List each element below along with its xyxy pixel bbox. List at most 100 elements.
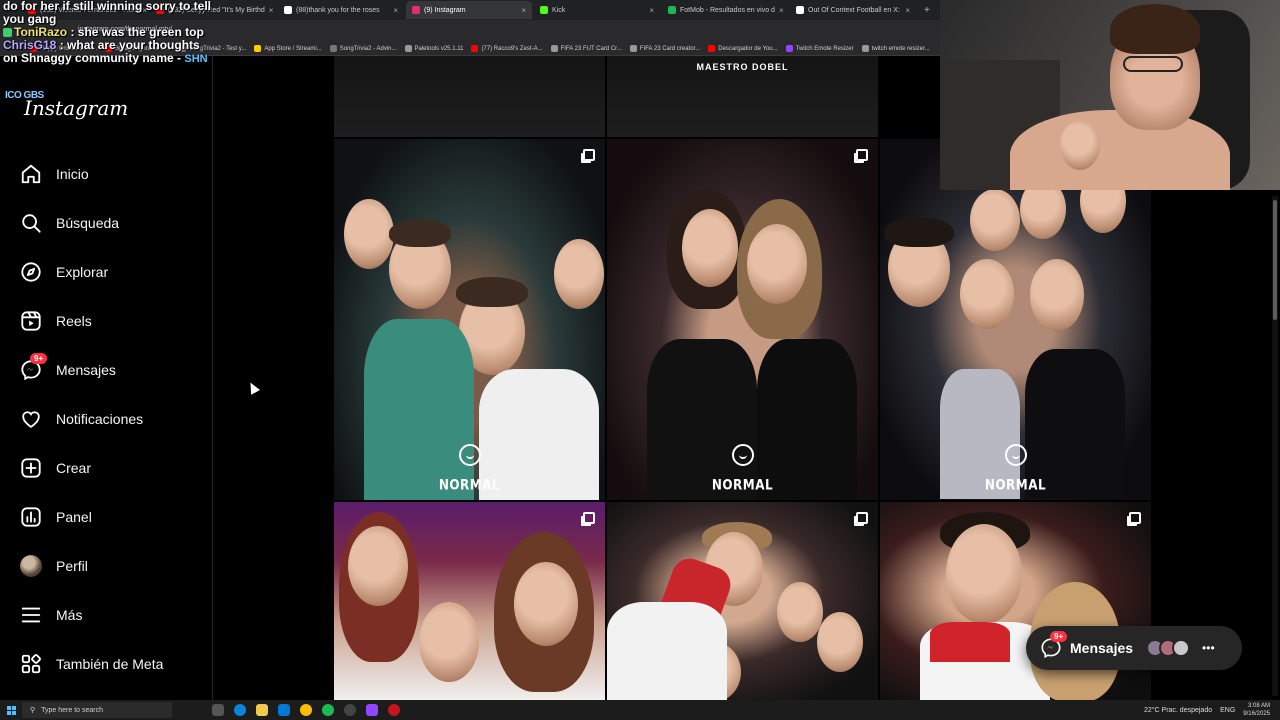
bookmark-item[interactable]: Twitch Emote Resizer xyxy=(785,45,854,52)
close-icon[interactable]: × xyxy=(779,6,784,15)
nav-crear[interactable]: Crear xyxy=(20,455,91,481)
person xyxy=(1030,259,1084,331)
post-tile[interactable]: NORMAL xyxy=(880,139,1151,500)
plus-square-icon xyxy=(20,457,42,479)
tab-title: Out Of Context Football en X: xyxy=(808,6,900,14)
bookmark-favicon-icon xyxy=(471,45,479,52)
bookmark-item[interactable]: (77) Racco9's Zest-A... xyxy=(471,45,543,52)
bookmark-item[interactable]: Descargador de You... xyxy=(708,45,778,52)
file-explorer-icon[interactable] xyxy=(256,704,268,716)
browser-tab[interactable]: Kick × xyxy=(534,1,660,19)
close-icon[interactable]: × xyxy=(905,6,910,15)
chat-message: do for her if still winning sorry to tel… xyxy=(3,0,212,26)
tab-title: (9) Instagram xyxy=(424,6,466,14)
person xyxy=(817,612,863,672)
nav-panel[interactable]: Panel xyxy=(20,504,92,530)
post-tile[interactable] xyxy=(607,502,878,700)
nav-mas[interactable]: Más xyxy=(20,602,82,628)
bookmark-label: FIFA 23 FUT Card Cr... xyxy=(560,45,622,52)
close-icon[interactable]: × xyxy=(393,6,398,15)
nav-inicio[interactable]: Inicio xyxy=(20,161,89,187)
nav-notificaciones[interactable]: Notificaciones xyxy=(20,406,143,432)
tab-title: Kick xyxy=(552,6,566,14)
shirt xyxy=(364,319,474,500)
carousel-icon xyxy=(583,149,595,161)
tab-title: FotMob - Resultados en vivo d xyxy=(680,6,775,14)
post-tile[interactable] xyxy=(880,502,1151,700)
browser-tab[interactable]: (88)thank you for the roses × xyxy=(278,1,404,19)
nav-reels[interactable]: Reels xyxy=(20,308,92,334)
taskbar-search[interactable]: ⚲ Type here to search xyxy=(22,702,172,718)
browser-tab[interactable]: (9) Instagram × xyxy=(406,1,532,19)
more-icon[interactable]: ••• xyxy=(1202,641,1215,655)
bookmark-item[interactable]: SongTrivia2 - Advin... xyxy=(329,45,397,52)
shirt xyxy=(607,602,727,700)
person xyxy=(747,224,807,304)
twitch-icon[interactable] xyxy=(366,704,378,716)
promo-brand: MAESTRO DOBEL xyxy=(696,62,789,72)
nav-perfil[interactable]: Perfil xyxy=(20,553,88,579)
post-tile[interactable]: NORMAL xyxy=(334,139,605,500)
nav-busqueda[interactable]: Búsqueda xyxy=(20,210,119,236)
task-view-icon[interactable] xyxy=(212,704,224,716)
page-scrollbar[interactable] xyxy=(1272,196,1278,696)
bookmark-label: FIFA 23 Card creator... xyxy=(639,45,701,52)
new-tab-button[interactable]: + xyxy=(918,5,936,16)
bookmark-item[interactable]: twitch emote resizer... xyxy=(861,45,930,52)
chrome-icon[interactable] xyxy=(300,704,312,716)
messages-pill[interactable]: 9+ Mensajes ••• xyxy=(1026,626,1242,670)
person xyxy=(348,526,408,606)
nav-label: Mensajes xyxy=(56,362,116,378)
spotify-icon[interactable] xyxy=(322,704,334,716)
bookmark-label: SongTrivia2 - Advin... xyxy=(339,45,397,52)
bookmark-item[interactable]: FIFA 23 FUT Card Cr... xyxy=(550,45,622,52)
obs-icon[interactable] xyxy=(344,704,356,716)
promo-tile-left[interactable] xyxy=(334,56,605,137)
avatar xyxy=(20,555,42,577)
meta-grid-icon xyxy=(20,653,42,675)
bookmark-item[interactable]: App Store / Streami... xyxy=(254,45,322,52)
promo-tile[interactable]: MAESTRO DOBEL xyxy=(607,56,878,137)
post-tile[interactable] xyxy=(334,502,605,700)
time: 3:08 AM xyxy=(1247,703,1270,709)
bookmark-favicon-icon xyxy=(785,45,793,52)
clock[interactable]: 3:08 AM 9/16/2025 xyxy=(1243,702,1270,718)
edge-icon[interactable] xyxy=(234,704,246,716)
bookmark-favicon-icon xyxy=(708,45,716,52)
watermark: NORMAL xyxy=(984,476,1047,494)
nav-label: Más xyxy=(56,607,83,623)
weather-widget[interactable]: 22°C Prac. despejado xyxy=(1144,707,1212,714)
person xyxy=(946,524,1022,624)
mouse-cursor xyxy=(246,380,260,395)
watermark: NORMAL xyxy=(711,476,774,494)
bandana xyxy=(930,622,1010,662)
dress xyxy=(757,339,857,500)
bookmark-item[interactable]: FIFA 23 Card creator... xyxy=(629,45,701,52)
mail-icon[interactable] xyxy=(278,704,290,716)
tab-favicon-icon xyxy=(284,6,292,14)
browser-tab[interactable]: FotMob - Resultados en vivo d × xyxy=(662,1,788,19)
nav-mensajes[interactable]: 9+ Mensajes xyxy=(20,353,116,383)
stream-chat-overlay: do for her if still winning sorry to tel… xyxy=(3,0,213,66)
scrollbar-thumb[interactable] xyxy=(1273,200,1277,320)
brand-seal-icon xyxy=(458,444,481,466)
bookmark-favicon-icon xyxy=(404,45,412,52)
instagram-logo[interactable]: ICO GBS Instagram xyxy=(5,90,128,120)
person xyxy=(682,209,738,287)
close-icon[interactable]: × xyxy=(521,6,526,15)
nav-meta[interactable]: También de Meta xyxy=(20,651,163,677)
browser-tab[interactable]: Out Of Context Football en X: × xyxy=(790,1,916,19)
tab-title: (88)thank you for the roses xyxy=(296,6,380,14)
tab-favicon-icon xyxy=(540,6,548,14)
language-indicator[interactable]: ENG xyxy=(1220,707,1235,714)
post-tile[interactable]: NORMAL xyxy=(607,139,878,500)
webcam-overlay xyxy=(940,0,1280,190)
bookmark-item[interactable]: Paletools v25.1.11 xyxy=(404,45,463,52)
instagram-sidebar: ICO GBS Instagram Inicio Búsqueda Explorar… xyxy=(0,56,213,700)
close-icon[interactable]: × xyxy=(269,6,274,15)
start-button[interactable] xyxy=(0,700,22,720)
app-icon[interactable] xyxy=(388,704,400,716)
dress xyxy=(647,339,757,500)
close-icon[interactable]: × xyxy=(649,6,654,15)
nav-explorar[interactable]: Explorar xyxy=(20,259,108,285)
